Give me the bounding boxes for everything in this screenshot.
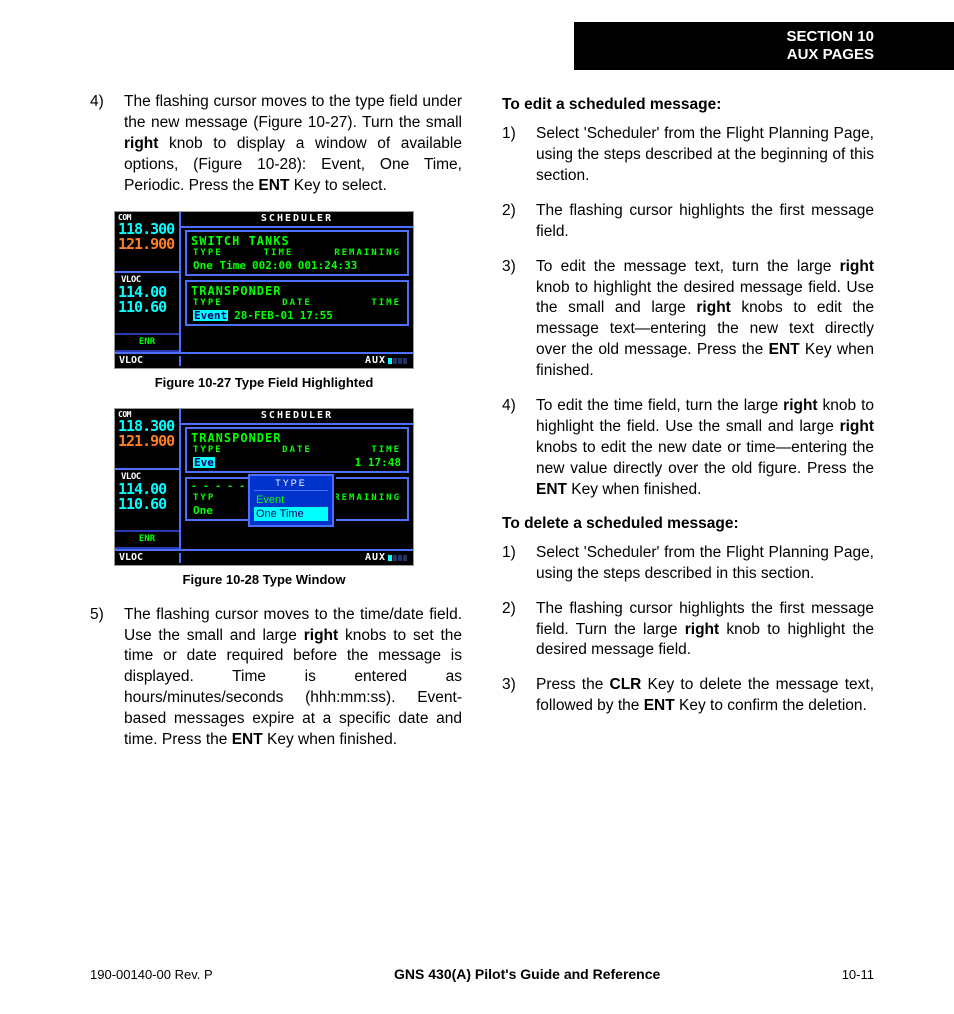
delete-step-2: 2) The flashing cursor highlights the fi… xyxy=(502,599,874,662)
figure-10-28: COM 118.300 121.900 VLOC 114.00 110.60 E… xyxy=(114,408,414,587)
scheduler-box-2: TRANSPONDER TYPE DATE TIME Event 28-FEB-… xyxy=(185,280,409,326)
page-footer: 190-00140-00 Rev. P GNS 430(A) Pilot's G… xyxy=(90,966,874,982)
header-line2: AUX PAGES xyxy=(574,46,874,64)
scheduler-box-1: SWITCH TANKS TYPE TIME REMAINING One Tim… xyxy=(185,230,409,276)
type-field-highlighted: Event xyxy=(193,310,228,321)
edit-step-2: 2) The flashing cursor highlights the fi… xyxy=(502,201,874,243)
step-4: 4) The flashing cursor moves to the type… xyxy=(90,92,462,197)
popup-item-event: Event xyxy=(254,493,328,507)
enr-button: ENR xyxy=(115,333,179,352)
device-screenshot-27: COM 118.300 121.900 VLOC 114.00 110.60 E… xyxy=(114,211,414,369)
step-5: 5) The flashing cursor moves to the time… xyxy=(90,605,462,751)
right-column: To edit a scheduled message: 1) Select '… xyxy=(502,92,874,765)
footer-pagenum: 10-11 xyxy=(842,967,874,982)
figure-10-27: COM 118.300 121.900 VLOC 114.00 110.60 E… xyxy=(114,211,414,390)
edit-heading: To edit a scheduled message: xyxy=(502,96,874,114)
step-num: 4) xyxy=(90,92,124,197)
footer-docnum: 190-00140-00 Rev. P xyxy=(90,967,213,982)
edit-step-4: 4) To edit the time field, turn the larg… xyxy=(502,396,874,501)
delete-step-1: 1) Select 'Scheduler' from the Flight Pl… xyxy=(502,543,874,585)
footer-title: GNS 430(A) Pilot's Guide and Reference xyxy=(394,966,660,982)
section-header: SECTION 10 AUX PAGES xyxy=(574,22,954,70)
step-text: The flashing cursor moves to the type fi… xyxy=(124,92,462,197)
delete-step-3: 3) Press the CLR Key to delete the messa… xyxy=(502,675,874,717)
page-bars-icon-2 xyxy=(388,555,407,561)
left-column: 4) The flashing cursor moves to the type… xyxy=(90,92,462,765)
scheduler-box-1b: TRANSPONDER TYPE DATE TIME Eve 1 17:48 xyxy=(185,427,409,473)
enr-button-2: ENR xyxy=(115,530,179,549)
popup-item-one-time: One Time xyxy=(254,507,328,521)
edit-step-3: 3) To edit the message text, turn the la… xyxy=(502,257,874,383)
page-bars-icon xyxy=(388,358,407,364)
scheduler-title: SCHEDULER xyxy=(181,212,413,228)
delete-heading: To delete a scheduled message: xyxy=(502,515,874,533)
figure-caption-28: Figure 10-28 Type Window xyxy=(114,572,414,587)
edit-step-1: 1) Select 'Scheduler' from the Flight Pl… xyxy=(502,124,874,187)
header-line1: SECTION 10 xyxy=(574,28,874,46)
figure-caption-27: Figure 10-27 Type Field Highlighted xyxy=(114,375,414,390)
type-popup: TYPE Event One Time xyxy=(248,474,334,527)
